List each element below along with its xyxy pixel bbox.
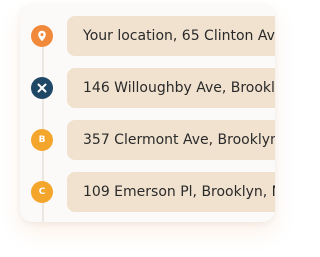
location-pin-icon <box>31 25 53 47</box>
stop-origin: Your location, 65 Clinton Ave <box>20 16 275 56</box>
origin-address-field[interactable]: Your location, 65 Clinton Ave <box>67 16 275 56</box>
stop-waypoint: 146 Willoughby Ave, Brooklyn <box>20 68 275 108</box>
close-icon[interactable] <box>31 77 53 99</box>
directions-card: Your location, 65 Clinton Ave 146 Willou… <box>20 4 275 222</box>
stop-c: C 109 Emerson Pl, Brooklyn, NY <box>20 172 275 212</box>
stop-b-address-field[interactable]: 357 Clermont Ave, Brooklyn <box>67 120 275 160</box>
waypoint-address-field[interactable]: 146 Willoughby Ave, Brooklyn <box>67 68 275 108</box>
stop-c-address-field[interactable]: 109 Emerson Pl, Brooklyn, NY <box>67 172 275 212</box>
marker-label-b: B <box>38 135 46 145</box>
letter-c-icon: C <box>31 181 53 203</box>
stop-b: B 357 Clermont Ave, Brooklyn <box>20 120 275 160</box>
letter-b-icon: B <box>31 129 53 151</box>
marker-label-c: C <box>38 187 46 197</box>
